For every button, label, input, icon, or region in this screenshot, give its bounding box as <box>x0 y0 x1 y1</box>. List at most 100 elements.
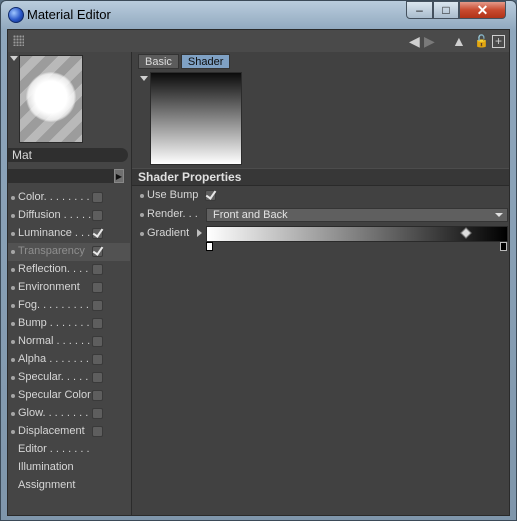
channel-dot-icon <box>11 196 15 200</box>
channel-sidebar: Mat ▶ Color. . . . . . . . Diffusion . . … <box>8 52 132 515</box>
forward-arrow-icon[interactable]: ▶ <box>424 33 435 49</box>
channel-dot-icon <box>11 394 15 398</box>
channel-checkbox[interactable] <box>92 228 103 239</box>
channel-item[interactable]: Illumination <box>8 459 130 477</box>
channel-dot-icon <box>11 304 15 308</box>
channel-dot-icon <box>11 232 15 236</box>
channel-item[interactable]: Transparency <box>8 243 130 261</box>
channel-label: Transparency <box>18 245 85 257</box>
channel-checkbox[interactable] <box>92 210 103 221</box>
channel-label: Reflection. . . . <box>18 263 89 275</box>
gradient-end-knot[interactable] <box>500 242 507 251</box>
editor-client-area: ◀ ▶ ▲ 🔓 + Mat ▶ Color. . . . . . . . Diff… <box>7 29 510 516</box>
toolbar: ◀ ▶ ▲ 🔓 + <box>8 30 509 53</box>
window-title: Material Editor <box>27 7 111 22</box>
tab-shader[interactable]: Shader <box>180 54 231 69</box>
channel-checkbox[interactable] <box>92 426 103 437</box>
channel-checkbox[interactable] <box>92 246 103 257</box>
collapse-triangle-icon[interactable] <box>10 56 18 61</box>
new-panel-icon[interactable]: + <box>492 35 505 48</box>
app-sphere-icon <box>8 7 24 23</box>
channel-checkbox[interactable] <box>92 264 103 275</box>
channel-item[interactable]: Color. . . . . . . . <box>8 189 130 207</box>
channel-checkbox[interactable] <box>92 354 103 365</box>
channel-item[interactable]: Specular. . . . . . <box>8 369 130 387</box>
use-bump-checkbox[interactable] <box>205 190 216 201</box>
channel-checkbox[interactable] <box>92 282 103 293</box>
shader-panel: Basic Shader Shader Properties Use Bump R… <box>132 52 509 515</box>
channel-label: Specular Color <box>18 389 91 401</box>
material-editor-window: Material Editor – □ ✕ ◀ ▶ ▲ 🔓 + Mat ▶ Co… <box>0 0 517 521</box>
title-bar[interactable]: Material Editor – □ ✕ <box>1 1 516 28</box>
material-combo[interactable] <box>8 169 114 183</box>
channel-label: Color. . . . . . . . <box>18 191 90 203</box>
channel-dot-icon <box>11 376 15 380</box>
channel-item[interactable]: Environment <box>8 279 130 297</box>
channel-checkbox[interactable] <box>92 318 103 329</box>
gradient-expand-icon[interactable] <box>197 229 202 237</box>
use-bump-label: Use Bump <box>147 189 199 201</box>
channel-checkbox[interactable] <box>92 408 103 419</box>
channel-item[interactable]: Alpha . . . . . . . <box>8 351 130 369</box>
animation-dot-icon[interactable] <box>140 232 144 236</box>
channel-item[interactable]: Displacement <box>8 423 130 441</box>
play-arrow-icon: ▶ <box>115 171 123 181</box>
gradient-row: Gradient <box>132 226 509 256</box>
channel-item[interactable]: Specular Color <box>8 387 130 405</box>
channel-item[interactable]: Luminance . . . . <box>8 225 130 243</box>
minimize-icon: – <box>416 3 423 17</box>
channel-dot-icon <box>11 250 15 254</box>
channel-item[interactable]: Normal . . . . . . <box>8 333 130 351</box>
channel-item[interactable]: Bump . . . . . . . <box>8 315 130 333</box>
section-title: Shader Properties <box>138 170 242 184</box>
back-arrow-icon[interactable]: ◀ <box>409 33 420 49</box>
grip-icon[interactable] <box>13 35 24 46</box>
render-label: Render. . . <box>147 208 198 220</box>
channel-label: Editor . . . . . . . <box>18 443 90 455</box>
channel-dot-icon <box>11 268 15 272</box>
channel-item[interactable]: Diffusion . . . . . <box>8 207 130 225</box>
material-preview[interactable] <box>19 55 83 143</box>
channel-label: Bump . . . . . . . <box>18 317 90 329</box>
combo-arrow-button[interactable]: ▶ <box>114 169 124 183</box>
chevron-down-icon <box>495 213 503 217</box>
channel-checkbox[interactable] <box>92 192 103 203</box>
channel-checkbox[interactable] <box>92 336 103 347</box>
gradient-start-knot[interactable] <box>206 242 213 251</box>
channel-item[interactable]: Glow. . . . . . . . . <box>8 405 130 423</box>
up-arrow-icon[interactable]: ▲ <box>452 33 466 49</box>
channel-checkbox[interactable] <box>92 372 103 383</box>
channel-list: Color. . . . . . . . Diffusion . . . . . L… <box>8 189 130 495</box>
channel-dot-icon <box>11 430 15 434</box>
close-button[interactable]: ✕ <box>459 1 506 19</box>
animation-dot-icon[interactable] <box>140 194 144 198</box>
channel-checkbox[interactable] <box>92 390 103 401</box>
minimize-button[interactable]: – <box>406 1 433 19</box>
maximize-button[interactable]: □ <box>433 1 459 19</box>
gradient-interpolation-knot[interactable] <box>460 227 472 239</box>
channel-checkbox[interactable] <box>92 300 103 311</box>
channel-dot-icon <box>11 412 15 416</box>
channel-label: Assignment <box>18 479 76 491</box>
animation-dot-icon[interactable] <box>140 213 144 217</box>
channel-dot-icon <box>11 322 15 326</box>
channel-item[interactable]: Reflection. . . . <box>8 261 130 279</box>
channel-label: Displacement <box>18 425 85 437</box>
channel-label: Environment <box>18 281 80 293</box>
channel-item[interactable]: Fog. . . . . . . . . . <box>8 297 130 315</box>
lock-icon[interactable]: 🔓 <box>474 33 489 49</box>
render-dropdown[interactable]: Front and Back <box>206 208 508 222</box>
preview-collapse-triangle-icon[interactable] <box>140 76 148 81</box>
render-value: Front and Back <box>213 209 288 221</box>
channel-item[interactable]: Editor . . . . . . . <box>8 441 130 459</box>
maximize-icon: □ <box>442 3 450 17</box>
shader-properties-header[interactable]: Shader Properties <box>132 168 509 186</box>
material-name-field[interactable]: Mat <box>8 148 128 162</box>
channel-dot-icon <box>11 214 15 218</box>
channel-label: Specular. . . . . . <box>18 371 95 383</box>
close-icon: ✕ <box>476 1 489 18</box>
tab-basic[interactable]: Basic <box>138 54 179 69</box>
channel-label: Glow. . . . . . . . . <box>18 407 95 419</box>
gradient-bar[interactable] <box>206 226 508 242</box>
channel-item[interactable]: Assignment <box>8 477 130 495</box>
